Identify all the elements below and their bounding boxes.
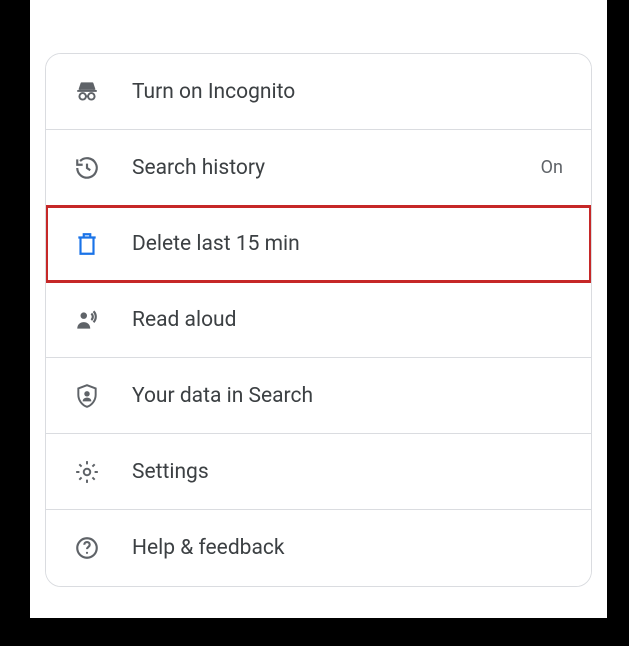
menu-item-label: Delete last 15 min <box>132 232 563 256</box>
menu-item-label: Search history <box>132 156 541 180</box>
bezel-left <box>0 0 30 618</box>
menu-item-help[interactable]: Help & feedback <box>46 510 591 586</box>
incognito-icon <box>74 79 100 105</box>
menu-card: Turn on Incognito Search history On <box>45 53 592 587</box>
menu-item-label: Settings <box>132 460 563 484</box>
menu-item-read-aloud[interactable]: Read aloud <box>46 282 591 358</box>
trash-icon <box>74 231 100 257</box>
screen: Turn on Incognito Search history On <box>30 0 607 618</box>
menu-item-delete-last-15[interactable]: Delete last 15 min <box>46 206 591 282</box>
device-frame: Turn on Incognito Search history On <box>0 0 629 646</box>
help-icon <box>74 535 100 561</box>
volume-button[interactable] <box>607 160 617 280</box>
read-aloud-icon <box>74 307 100 333</box>
history-icon <box>74 155 100 181</box>
menu-item-trailing: On <box>541 157 563 178</box>
menu-item-your-data[interactable]: Your data in Search <box>46 358 591 434</box>
menu-item-incognito[interactable]: Turn on Incognito <box>46 54 591 130</box>
data-shield-icon <box>74 383 100 409</box>
menu-item-label: Your data in Search <box>132 384 563 408</box>
menu-item-label: Turn on Incognito <box>132 80 563 104</box>
menu-item-label: Help & feedback <box>132 536 563 560</box>
power-button[interactable] <box>607 80 617 150</box>
gear-icon <box>74 459 100 485</box>
bezel-bottom <box>0 618 629 646</box>
menu-item-search-history[interactable]: Search history On <box>46 130 591 206</box>
menu-item-settings[interactable]: Settings <box>46 434 591 510</box>
menu-item-label: Read aloud <box>132 308 563 332</box>
